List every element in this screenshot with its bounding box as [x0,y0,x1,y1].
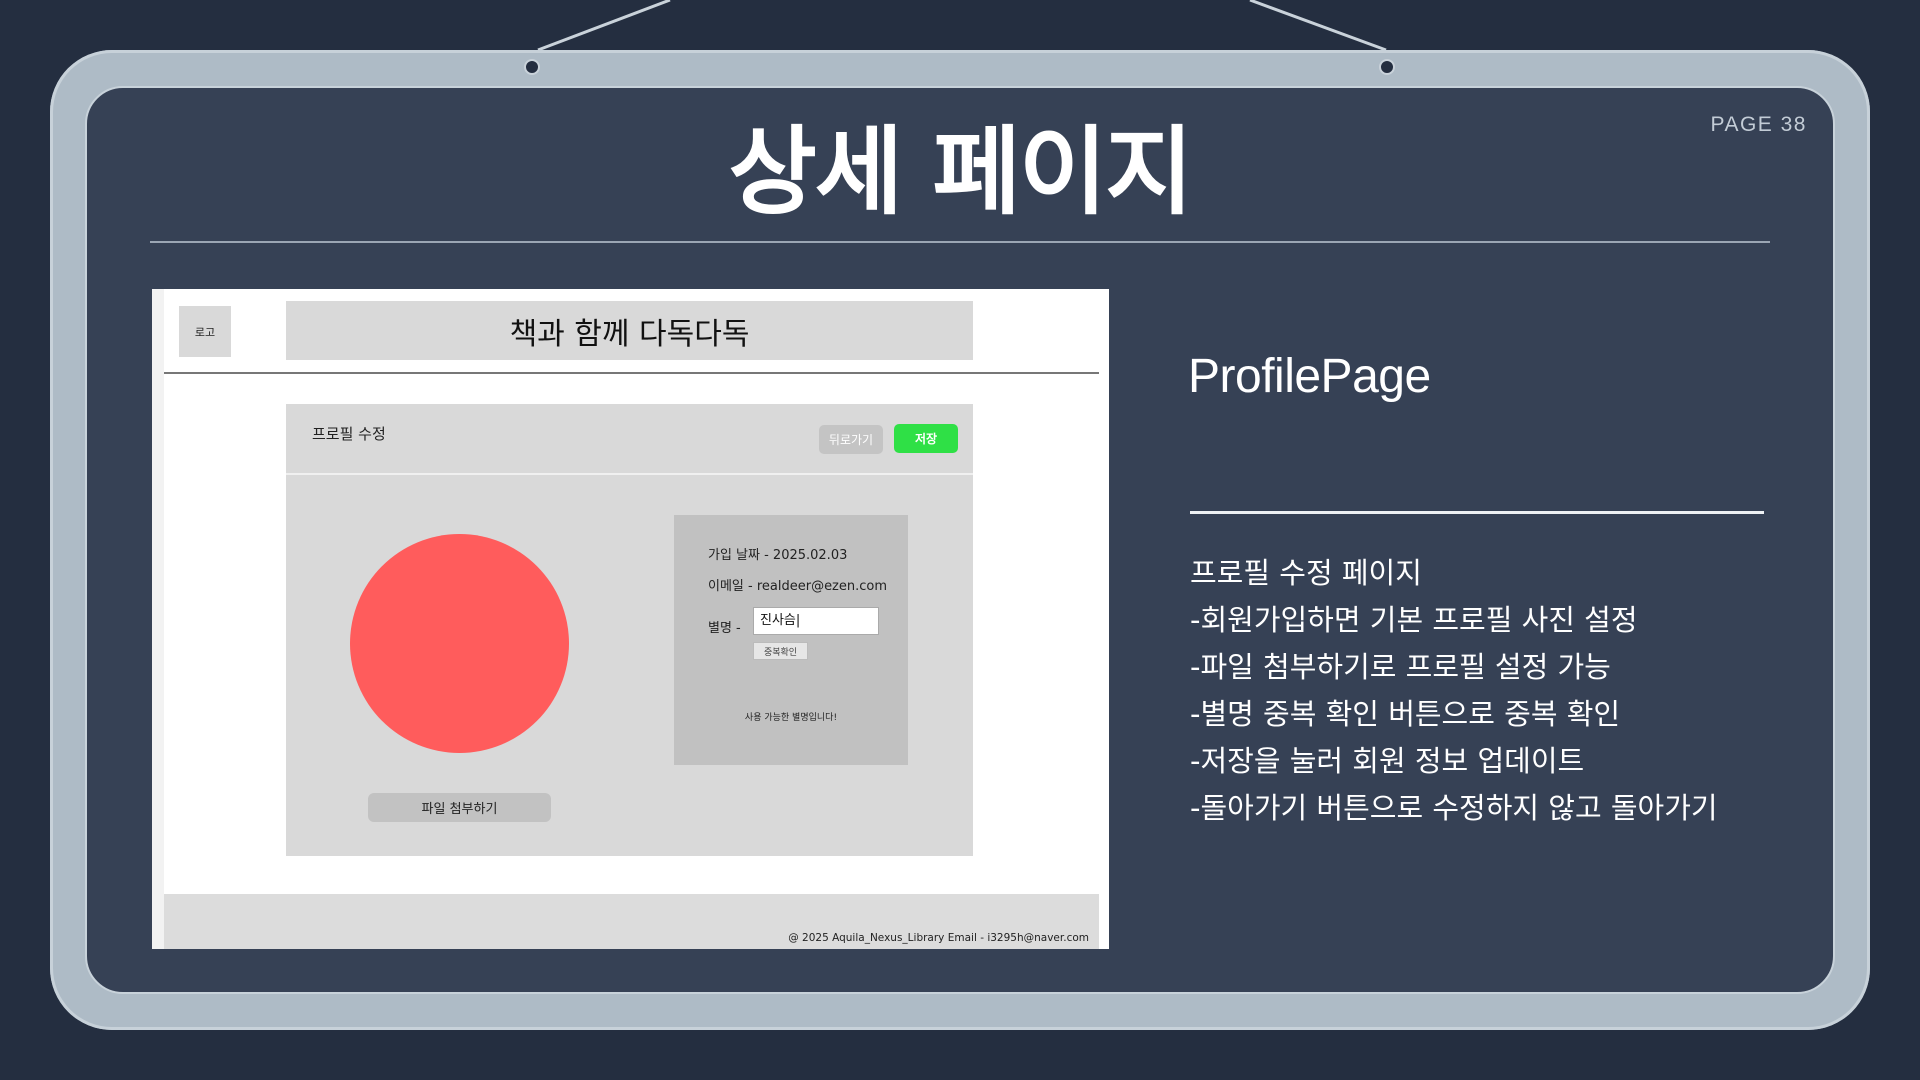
description-line: -저장을 눌러 회원 정보 업데이트 [1190,744,1585,778]
logo-placeholder[interactable]: 로고 [179,306,231,357]
member-info-box: 가입 날짜 - 2025.02.03 이메일 - realdeer@ezen.c… [674,515,908,765]
join-date: 가입 날짜 - 2025.02.03 [708,548,848,563]
slide-title: 상세 페이지 [728,116,1193,228]
section-divider [1190,511,1764,514]
nickname-input[interactable]: 진사슴| [753,607,879,635]
mockup-left-edge [152,289,164,949]
description-line: -회원가입하면 기본 프로필 사진 설정 [1190,603,1638,637]
back-button[interactable]: 뒤로가기 [819,425,883,454]
profile-page-screenshot: 로고 책과 함께 다독다독 프로필 수정 뒤로가기 저장 파일 첨부하기 가입 … [152,289,1109,949]
hanger-pins [524,59,1395,75]
attach-file-button[interactable]: 파일 첨부하기 [368,793,551,822]
title-divider [150,241,1770,243]
email-text: 이메일 - realdeer@ezen.com [708,579,888,594]
section-heading: ProfilePage [1188,350,1431,403]
footer-text: @ 2025 Aquila_Nexus_Library Email - i329… [788,932,1089,944]
nickname-available-message: 사용 가능한 별명입니다! [744,713,838,723]
save-button[interactable]: 저장 [894,424,958,453]
description-line: 프로필 수정 페이지 [1190,556,1422,590]
description-line: -별명 중복 확인 버튼으로 중복 확인 [1190,697,1621,731]
nickname-label: 별명 - [708,621,741,636]
description-line: -돌아가기 버튼으로 수정하지 않고 돌아가기 [1190,791,1718,825]
profile-avatar [350,534,569,753]
header-divider [164,372,1099,374]
duplicate-check-button[interactable]: 중복확인 [753,642,808,660]
panel-title: 프로필 수정 [312,425,386,443]
profile-edit-panel: 프로필 수정 뒤로가기 저장 파일 첨부하기 가입 날짜 - 2025.02.0… [286,404,973,856]
description-line: -파일 첨부하기로 프로필 설정 가능 [1190,650,1611,684]
description-list: 프로필 수정 페이지 -회원가입하면 기본 프로필 사진 설정 -파일 첨부하기… [1190,550,1718,832]
panel-divider [286,473,973,475]
site-header-title: 책과 함께 다독다독 [286,301,973,360]
site-footer: @ 2025 Aquila_Nexus_Library Email - i329… [164,894,1099,949]
